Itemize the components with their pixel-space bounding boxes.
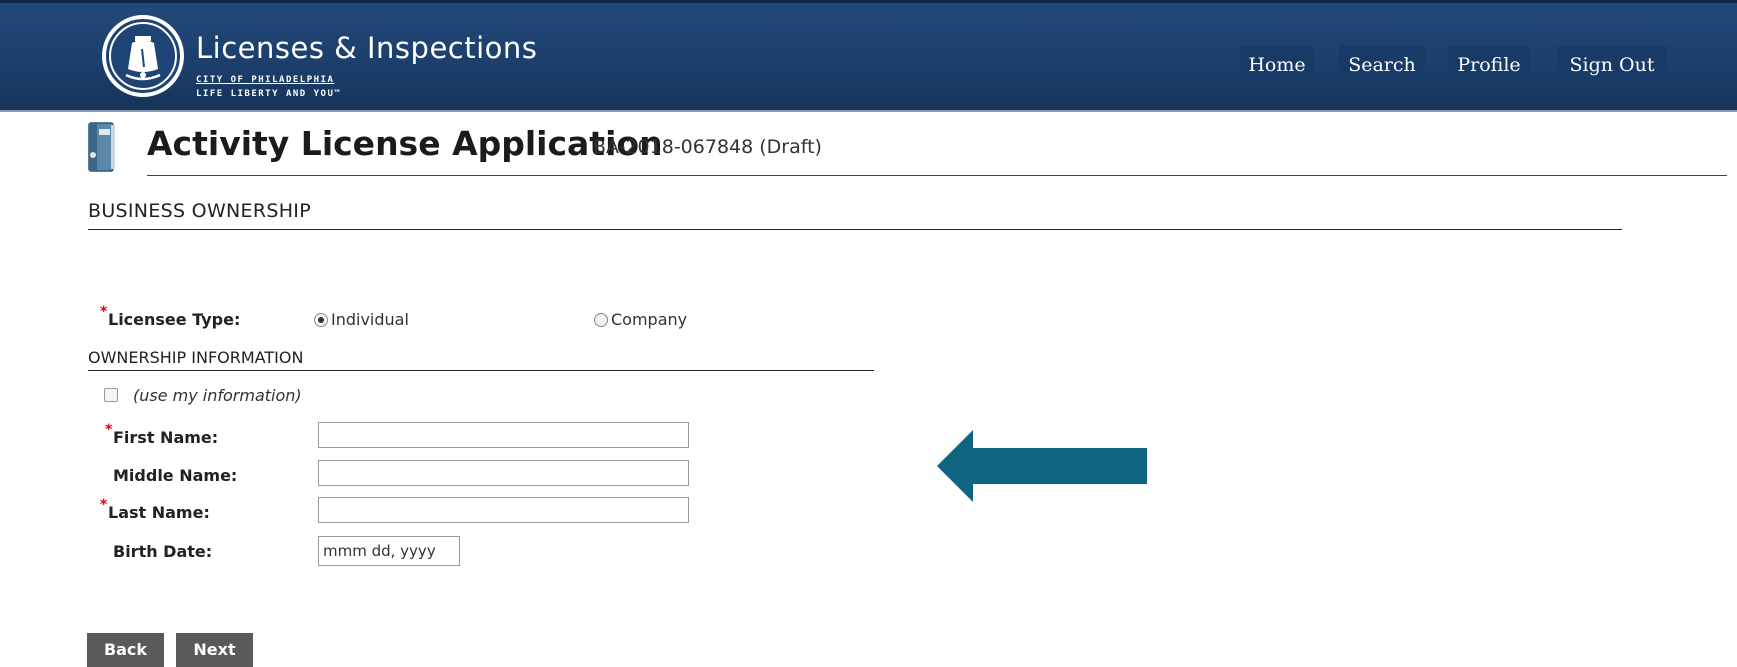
- liberty-bell-logo-icon[interactable]: [102, 15, 184, 97]
- last-name-label: * Last Name:: [100, 497, 210, 522]
- required-asterisk: *: [100, 497, 108, 513]
- use-my-information-checkbox[interactable]: [104, 388, 118, 402]
- section-heading: BUSINESS OWNERSHIP: [88, 200, 311, 222]
- section-divider: [88, 229, 1622, 230]
- brand-slogan: LIFE LIBERTY AND YOU™: [196, 89, 342, 99]
- required-asterisk: *: [100, 304, 108, 320]
- brand-title: Licenses & Inspections: [196, 31, 538, 65]
- radio-company-button[interactable]: [594, 312, 608, 327]
- licensee-type-label: * Licensee Type:: [100, 304, 241, 329]
- first-name-field[interactable]: [318, 422, 689, 448]
- use-my-information-label: (use my information): [133, 386, 302, 405]
- nav-search-link[interactable]: Search: [1339, 46, 1425, 84]
- page-title-bar: Activity License Application BA-2018-067…: [0, 112, 1737, 178]
- brand-city-line: CITY OF PHILADELPHIA: [196, 75, 335, 85]
- title-divider: [147, 175, 1727, 176]
- back-button[interactable]: Back: [87, 633, 164, 667]
- radio-company-label: Company: [611, 310, 688, 329]
- nav-home-link[interactable]: Home: [1240, 46, 1314, 84]
- page-title: Activity License Application: [147, 124, 663, 163]
- nav-sign-out-link[interactable]: Sign Out: [1557, 46, 1667, 84]
- nav-profile-link[interactable]: Profile: [1448, 46, 1530, 84]
- binder-icon: [87, 121, 117, 177]
- birth-date-field[interactable]: [318, 536, 460, 566]
- middle-name-field[interactable]: [318, 460, 689, 486]
- radio-individual[interactable]: Individual: [314, 310, 409, 329]
- application-id: BA-2018-067848 (Draft): [593, 136, 822, 158]
- radio-individual-label: Individual: [331, 310, 409, 329]
- last-name-field[interactable]: [318, 497, 689, 523]
- first-name-label: * First Name:: [105, 422, 219, 447]
- middle-name-label: Middle Name:: [113, 466, 238, 485]
- radio-company[interactable]: Company: [594, 310, 687, 329]
- next-button[interactable]: Next: [176, 633, 253, 667]
- ownership-heading: OWNERSHIP INFORMATION: [88, 348, 304, 367]
- arrow-left-icon: [937, 430, 1149, 506]
- birth-date-label: Birth Date:: [113, 542, 213, 561]
- radio-individual-button[interactable]: [314, 312, 328, 327]
- site-header: Licenses & Inspections CITY OF PHILADELP…: [0, 0, 1737, 112]
- required-asterisk: *: [105, 422, 113, 438]
- ownership-divider: [88, 370, 874, 371]
